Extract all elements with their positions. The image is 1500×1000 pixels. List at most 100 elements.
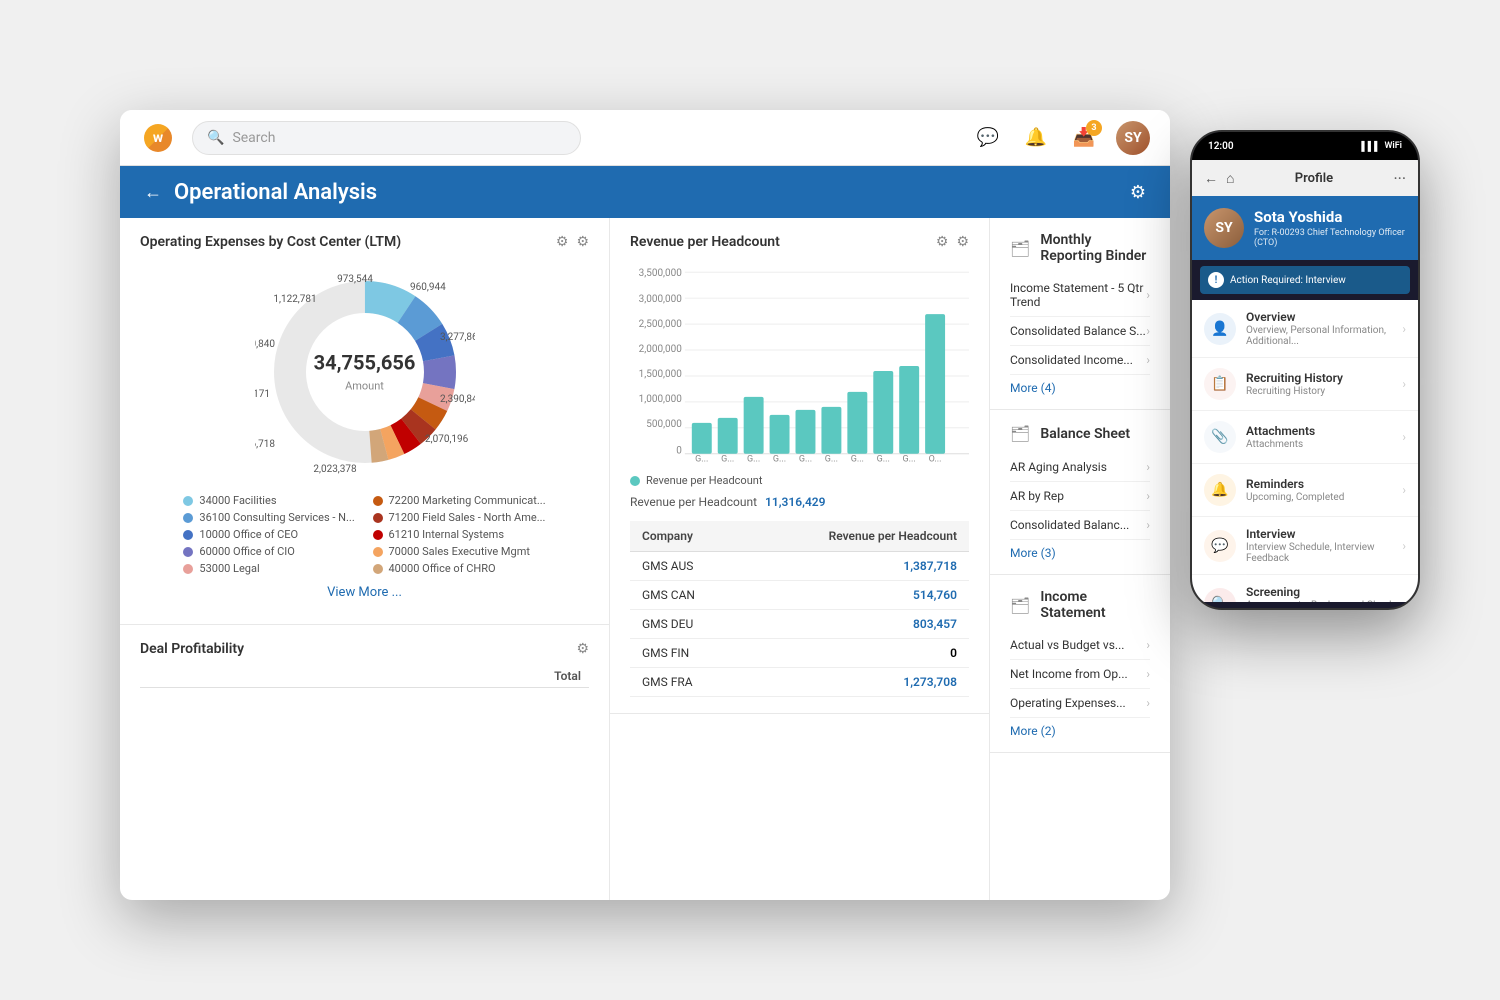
deal-profitability-widget: Deal Profitability ⚙ Total — [120, 625, 609, 704]
cell-revenue: 514,760 — [744, 581, 969, 610]
phone-status-bar: 12:00 ▌▌▌ WiFi — [1192, 132, 1418, 160]
phone-home-button[interactable]: ⌂ — [1226, 170, 1234, 187]
phone-nav-title: Profile — [1242, 171, 1385, 186]
deal-settings-icon[interactable]: ⚙ — [576, 641, 589, 657]
cell-company: GMS AUS — [630, 552, 744, 581]
svg-text:2,390,845: 2,390,845 — [440, 394, 475, 405]
chevron-right-icon: › — [1146, 667, 1150, 681]
svg-text:2,500,000: 2,500,000 — [639, 319, 683, 330]
phone-more-button[interactable]: ··· — [1393, 169, 1406, 188]
user-avatar[interactable]: SY — [1116, 121, 1150, 155]
phone-profile-name: Sota Yoshida — [1254, 208, 1406, 226]
binder-item-text: Operating Expenses... — [1010, 696, 1146, 710]
wifi-icon: WiFi — [1384, 141, 1402, 151]
phone-menu-item[interactable]: 🔍 Screening Assessments, Background Chec… — [1192, 575, 1418, 602]
legend-item-legal: 53000 Legal — [183, 562, 356, 575]
bar-legend: Revenue per Headcount — [630, 474, 969, 487]
main-content: Operating Expenses by Cost Center (LTM) … — [120, 218, 1170, 900]
action-text: Action Required: Interview — [1230, 275, 1346, 286]
binder-section: 🗂 Balance SheetAR Aging Analysis ›AR by … — [990, 410, 1170, 575]
nav-icons: 💬 🔔 📥 3 SY — [972, 121, 1150, 155]
svg-text:1,122,781: 1,122,781 — [273, 294, 316, 305]
binder-item-text: Consolidated Balance S... — [1010, 324, 1146, 338]
bar-10 — [925, 314, 945, 454]
binder-item[interactable]: Consolidated Balanc... › — [1010, 511, 1150, 540]
revenue-headcount-widget: Revenue per Headcount ⚙ ⚙ 3,500,000 3,00… — [610, 218, 989, 714]
binder-section-title: Monthly Reporting Binder — [1040, 232, 1150, 264]
inbox-icon[interactable]: 📥 3 — [1068, 122, 1100, 154]
more-link[interactable]: More (2) — [1010, 724, 1150, 738]
view-more-link[interactable]: View More ... — [327, 585, 402, 600]
chevron-right-icon: › — [1146, 460, 1150, 474]
chevron-right-icon: › — [1146, 353, 1150, 367]
top-nav-bar: w 🔍 Search 💬 🔔 📥 3 SY — [120, 110, 1170, 166]
more-link[interactable]: More (3) — [1010, 546, 1150, 560]
bar-8 — [873, 371, 893, 454]
cell-company: GMS CAN — [630, 581, 744, 610]
binder-section: 🗂 Monthly Reporting BinderIncome Stateme… — [990, 218, 1170, 410]
mobile-phone: 12:00 ▌▌▌ WiFi ← ⌂ Profile ··· SY Sota Y… — [1190, 130, 1420, 610]
bar-9 — [899, 366, 919, 454]
phone-menu-item-sub: Attachments — [1246, 439, 1402, 450]
search-bar[interactable]: 🔍 Search — [192, 121, 581, 155]
settings-icon[interactable]: ⚙ — [1130, 182, 1146, 203]
operating-expenses-widget: Operating Expenses by Cost Center (LTM) … — [120, 218, 609, 625]
binder-item[interactable]: AR Aging Analysis › — [1010, 453, 1150, 482]
phone-avatar: SY — [1204, 208, 1244, 248]
phone-menu-icon: 👤 — [1204, 313, 1236, 345]
binder-item[interactable]: AR by Rep › — [1010, 482, 1150, 511]
binder-icon: 🗂 — [1010, 424, 1030, 443]
action-required-banner[interactable]: ! Action Required: Interview — [1200, 266, 1410, 294]
phone-profile-role: For: R-00293 Chief Technology Officer (C… — [1254, 228, 1406, 248]
workday-logo: w — [140, 120, 176, 156]
chevron-right-icon: › — [1402, 597, 1406, 603]
binder-item[interactable]: Income Statement - 5 Qtr Trend › — [1010, 274, 1150, 317]
cell-revenue: 1,273,708 — [744, 668, 969, 697]
binder-section-title: Income Statement — [1040, 589, 1150, 621]
bar-filter-icon[interactable]: ⚙ — [936, 234, 949, 250]
revenue-headcount-title: Revenue per Headcount — [630, 234, 936, 250]
legend-item-sales-exec: 70000 Sales Executive Mgmt — [373, 545, 546, 558]
binder-item[interactable]: Actual vs Budget vs... › — [1010, 631, 1150, 660]
binder-item-text: Consolidated Balanc... — [1010, 518, 1146, 532]
more-link[interactable]: More (4) — [1010, 381, 1150, 395]
svg-text:1,000,000: 1,000,000 — [639, 394, 683, 405]
svg-text:3,277,860: 3,277,860 — [440, 332, 475, 343]
svg-text:973,544: 973,544 — [337, 274, 373, 285]
notifications-icon[interactable]: 🔔 — [1020, 122, 1052, 154]
search-icon: 🔍 — [207, 130, 224, 146]
chevron-right-icon: › — [1146, 324, 1150, 338]
phone-menu-item[interactable]: 💬 Interview Interview Schedule, Intervie… — [1192, 517, 1418, 575]
chevron-right-icon: › — [1402, 322, 1406, 336]
bar-settings-icon[interactable]: ⚙ — [956, 234, 969, 250]
legend-item-internal-systems: 61210 Internal Systems — [373, 528, 546, 541]
revenue-headcount-table: Company Revenue per Headcount GMS AUS1,3… — [630, 521, 969, 697]
phone-menu-icon: 📋 — [1204, 368, 1236, 400]
gear-icon[interactable]: ⚙ — [576, 234, 589, 250]
table-row: GMS FIN0 — [630, 639, 969, 668]
binder-item-text: Consolidated Income... — [1010, 353, 1146, 367]
filter-icon[interactable]: ⚙ — [556, 234, 569, 250]
page-title: Operational Analysis — [174, 180, 377, 205]
binder-item[interactable]: Consolidated Balance S... › — [1010, 317, 1150, 346]
left-panel: Operating Expenses by Cost Center (LTM) … — [120, 218, 610, 900]
binder-item[interactable]: Net Income from Op... › — [1010, 660, 1150, 689]
metric-value: 11,316,429 — [765, 495, 825, 509]
phone-menu-icon: 📎 — [1204, 421, 1236, 453]
phone-menu-item[interactable]: 📋 Recruiting History Recruiting History … — [1192, 358, 1418, 411]
binder-item[interactable]: Consolidated Income... › — [1010, 346, 1150, 375]
binder-item[interactable]: Operating Expenses... › — [1010, 689, 1150, 718]
phone-menu-item[interactable]: 👤 Overview Overview, Personal Informatio… — [1192, 300, 1418, 358]
phone-menu-item[interactable]: 📎 Attachments Attachments › — [1192, 411, 1418, 464]
back-button[interactable]: ← — [144, 182, 162, 203]
phone-time: 12:00 — [1208, 141, 1234, 152]
search-placeholder: Search — [232, 130, 275, 146]
messages-icon[interactable]: 💬 — [972, 122, 1004, 154]
legend-item-ceo: 10000 Office of CEO — [183, 528, 356, 541]
cell-company: GMS FIN — [630, 639, 744, 668]
svg-text:G...: G... — [747, 455, 760, 462]
cell-company: GMS DEU — [630, 610, 744, 639]
phone-back-button[interactable]: ← — [1204, 170, 1218, 187]
phone-menu-item[interactable]: 🔔 Reminders Upcoming, Completed › — [1192, 464, 1418, 517]
svg-text:0: 0 — [676, 446, 682, 457]
